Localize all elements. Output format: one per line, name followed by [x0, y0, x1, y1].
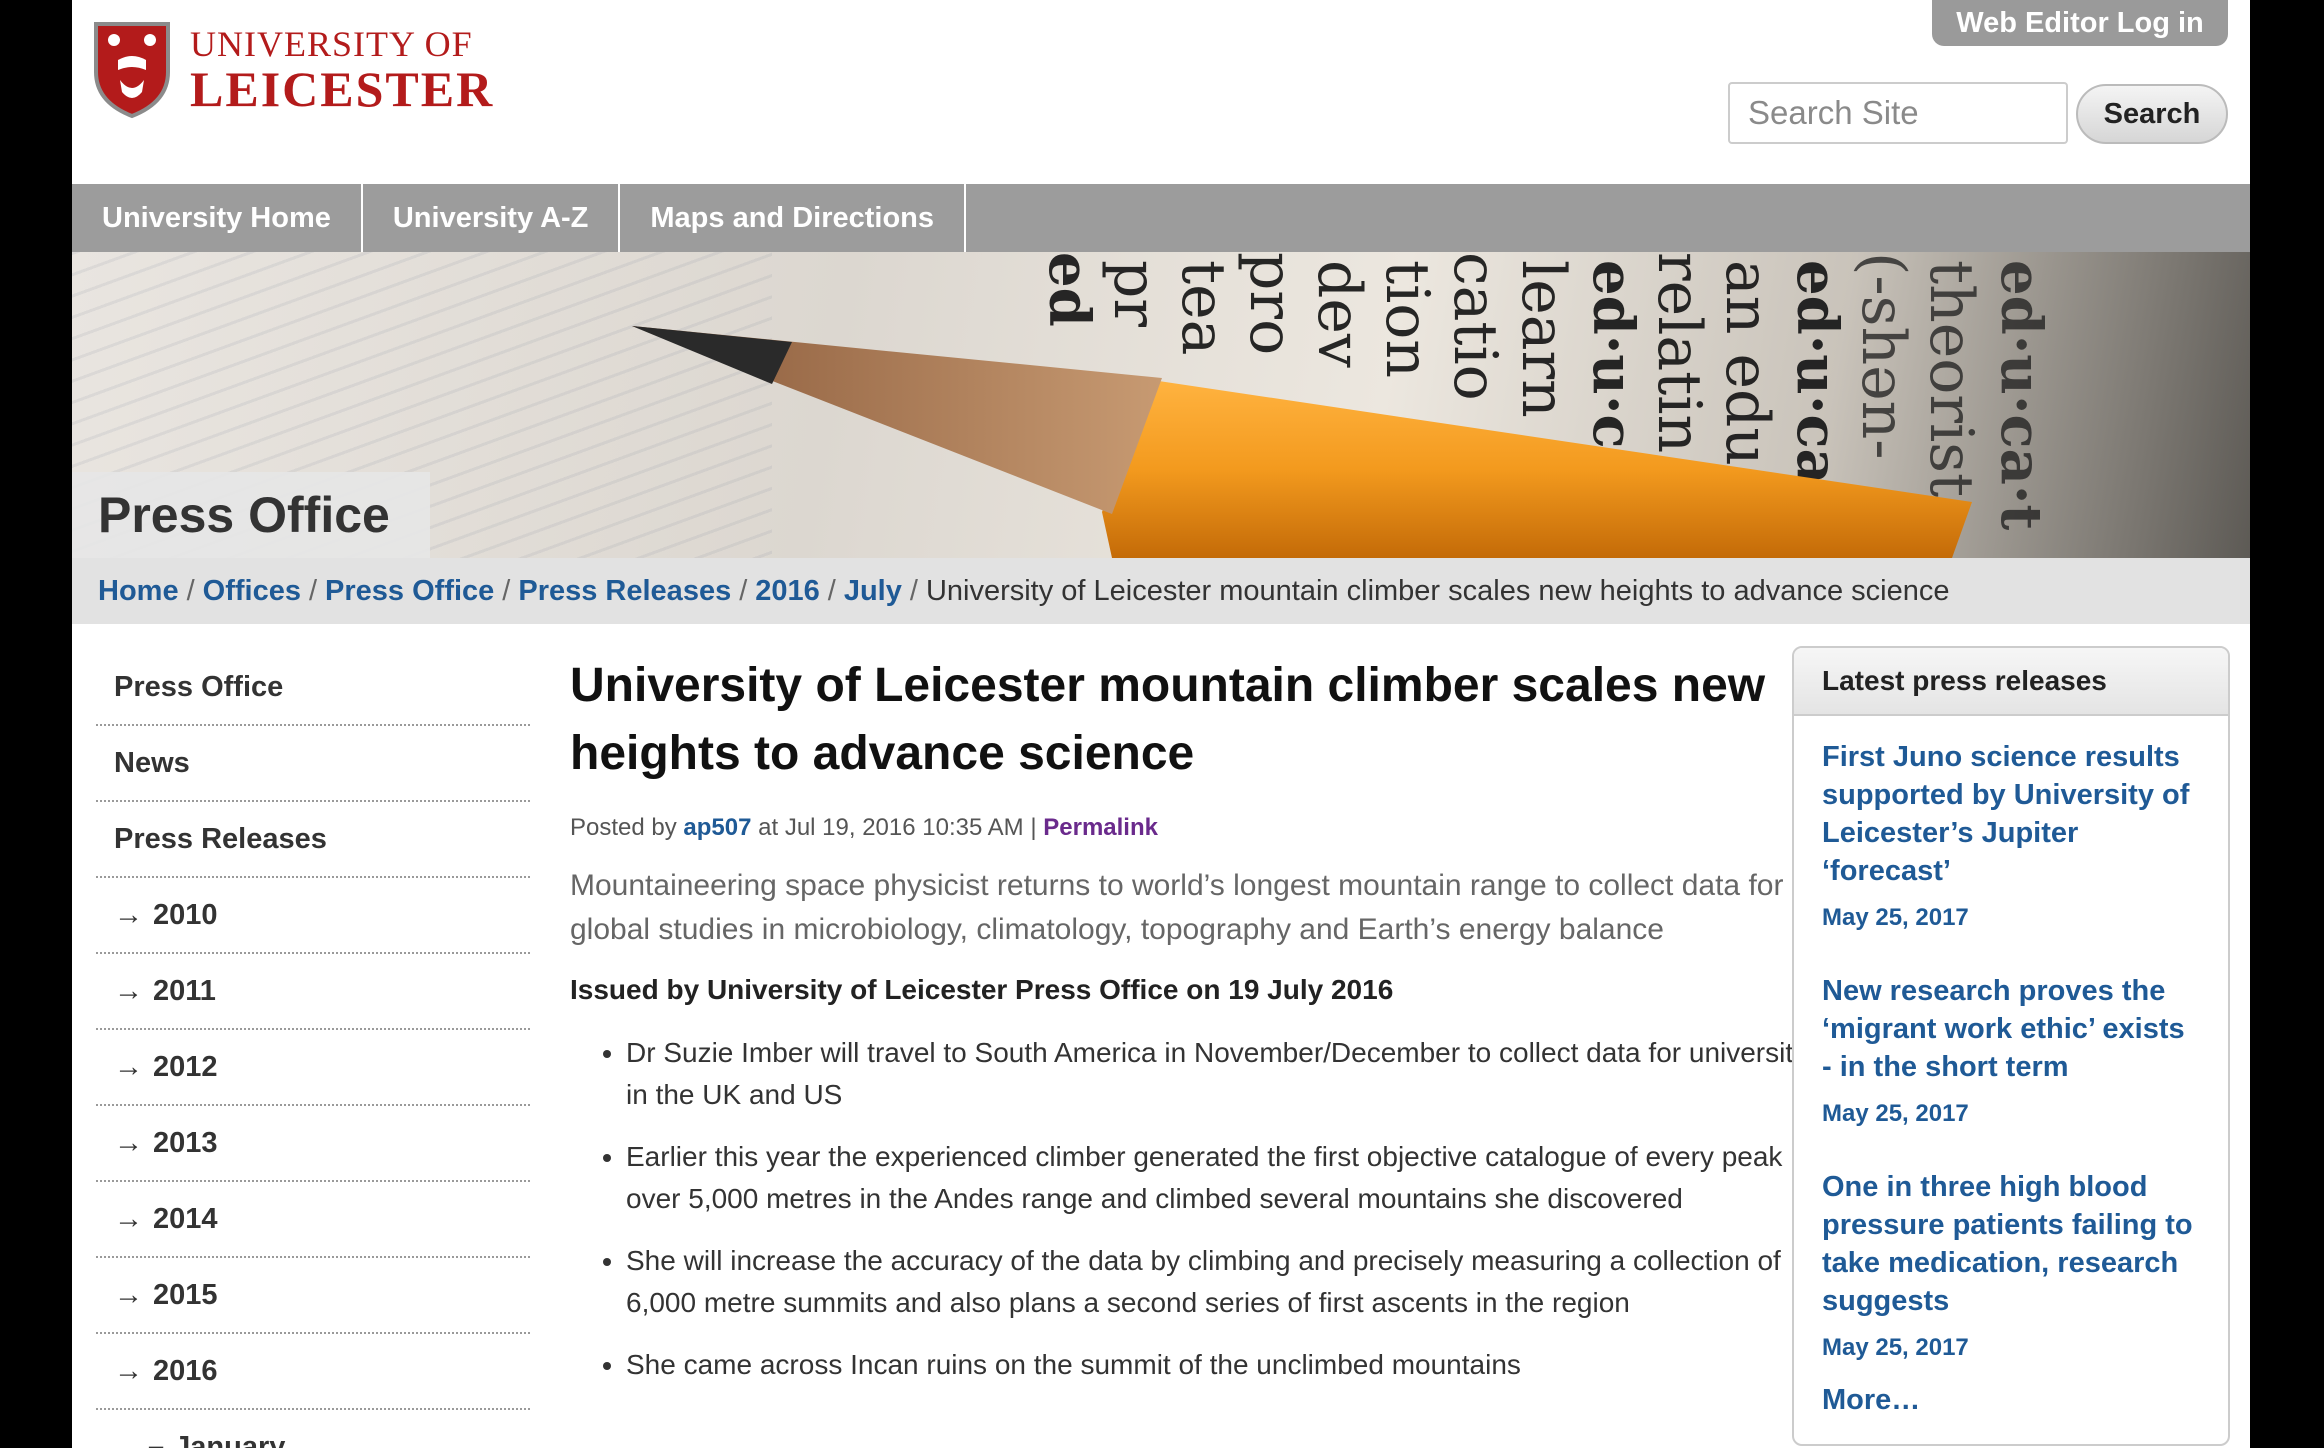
search-input[interactable]	[1728, 82, 2068, 144]
author-link[interactable]: ap507	[683, 814, 751, 841]
list-item: She will increase the accuracy of the da…	[626, 1240, 1840, 1324]
top-nav: University Home University A-Z Maps and …	[72, 184, 2250, 252]
press-release-date: May 25, 2017	[1822, 1100, 1969, 1127]
left-nav: Press Office News Press Releases → 2010 →…	[96, 650, 530, 1448]
breadcrumb-july[interactable]: July	[844, 575, 902, 608]
list-item: Earlier this year the experienced climbe…	[626, 1136, 1840, 1220]
leftnav-item-label: January	[174, 1430, 286, 1448]
list-item: New research proves the ‘migrant work et…	[1794, 972, 2228, 1128]
leftnav-item-2015[interactable]: → 2015	[96, 1258, 530, 1334]
article-meta: Posted by ap507 at Jul 19, 2016 10:35 AM…	[570, 814, 1840, 842]
article-lead: Mountaineering space physicist returns t…	[570, 869, 1784, 946]
breadcrumb-press-releases[interactable]: Press Releases	[518, 575, 731, 608]
university-shield-icon	[92, 20, 172, 120]
leftnav-item-press-releases[interactable]: Press Releases	[96, 802, 530, 878]
logo-line-2: LEICESTER	[190, 61, 495, 117]
leftnav-item-2010[interactable]: → 2010	[96, 878, 530, 954]
leftnav-item-label: 2013	[153, 1126, 218, 1159]
leftnav-item-2012[interactable]: → 2012	[96, 1030, 530, 1106]
leftnav-item-2016[interactable]: → 2016	[96, 1334, 530, 1410]
nav-university-a-z[interactable]: University A-Z	[363, 184, 621, 252]
breadcrumb-separator: /	[827, 574, 836, 607]
leftnav-subitem-january[interactable]: – January	[96, 1410, 530, 1448]
leftnav-item-label: News	[114, 746, 190, 779]
nav-university-home[interactable]: University Home	[72, 184, 363, 252]
press-release-date: May 25, 2017	[1822, 1334, 1969, 1361]
latest-press-releases: Latest press releases First Juno science…	[1792, 646, 2230, 1446]
leftnav-item-2011[interactable]: → 2011	[96, 954, 530, 1030]
arrow-right-icon: →	[114, 1278, 143, 1311]
press-release-link[interactable]: One in three high blood pressure patient…	[1822, 1168, 2200, 1320]
breadcrumb-current: University of Leicester mountain climber…	[925, 574, 1950, 607]
press-release-link[interactable]: First Juno science results supported by …	[1822, 738, 2200, 890]
breadcrumb-home[interactable]: Home	[98, 575, 179, 608]
posted-at: at Jul 19, 2016 10:35 AM |	[758, 814, 1037, 841]
logo-line-1: UNIVERSITY OF	[190, 24, 473, 64]
arrow-right-icon: →	[114, 898, 143, 931]
page-title: Press Office	[72, 472, 430, 558]
search-button[interactable]: Search	[2076, 84, 2228, 144]
leftnav-item-label: 2014	[153, 1202, 218, 1235]
leftnav-item-2013[interactable]: → 2013	[96, 1106, 530, 1182]
press-release-link[interactable]: New research proves the ‘migrant work et…	[1822, 972, 2200, 1086]
arrow-right-icon: →	[114, 1126, 143, 1159]
breadcrumb-press-office[interactable]: Press Office	[325, 575, 494, 608]
leftnav-item-label: 2011	[153, 974, 216, 1007]
leftnav-item-press-office[interactable]: Press Office	[96, 650, 530, 726]
breadcrumb-2016[interactable]: 2016	[755, 575, 820, 608]
arrow-right-icon: →	[114, 1202, 143, 1235]
breadcrumb: Home / Offices / Press Office / Press Re…	[72, 558, 2250, 624]
breadcrumb-offices[interactable]: Offices	[203, 575, 301, 608]
leftnav-item-news[interactable]: News	[96, 726, 530, 802]
breadcrumb-separator: /	[909, 574, 918, 607]
list-item: One in three high blood pressure patient…	[1794, 1168, 2228, 1362]
leftnav-item-2014[interactable]: → 2014	[96, 1182, 530, 1258]
dash-icon: –	[148, 1430, 165, 1448]
breadcrumb-separator: /	[308, 574, 318, 607]
web-editor-login-button[interactable]: Web Editor Log in	[1932, 0, 2228, 46]
article-issued: Issued by University of Leicester Press …	[570, 974, 1394, 1005]
list-item: She came across Incan ruins on the summi…	[626, 1344, 1840, 1386]
page: UNIVERSITY OF LEICESTER Web Editor Log i…	[72, 0, 2250, 1448]
list-item: Dr Suzie Imber will travel to South Amer…	[626, 1032, 1840, 1116]
permalink-link[interactable]: Permalink	[1043, 814, 1158, 841]
article: University of Leicester mountain climber…	[570, 652, 1840, 1406]
posted-by-label: Posted by	[570, 814, 677, 841]
leftnav-item-label: Press Office	[114, 670, 284, 703]
breadcrumb-separator: /	[739, 574, 748, 607]
leftnav-item-label: Press Releases	[114, 822, 327, 855]
breadcrumb-separator: /	[186, 574, 195, 607]
article-bullets: Dr Suzie Imber will travel to South Amer…	[570, 1032, 1840, 1386]
leftnav-item-label: 2016	[153, 1354, 218, 1387]
arrow-right-icon: →	[114, 1050, 143, 1083]
more-link[interactable]: More…	[1822, 1384, 1920, 1417]
arrow-right-icon: →	[114, 1354, 143, 1387]
leftnav-item-label: 2010	[153, 898, 218, 931]
breadcrumb-separator: /	[502, 574, 511, 607]
university-logo[interactable]: UNIVERSITY OF LEICESTER	[92, 20, 494, 120]
press-release-date: May 25, 2017	[1822, 904, 1969, 931]
sidebar-heading: Latest press releases	[1794, 648, 2228, 716]
nav-maps-and-directions[interactable]: Maps and Directions	[620, 184, 967, 252]
arrow-right-icon: →	[114, 974, 143, 1007]
article-title: University of Leicester mountain climber…	[570, 659, 1766, 780]
list-item: First Juno science results supported by …	[1794, 738, 2228, 932]
leftnav-item-label: 2015	[153, 1278, 218, 1311]
leftnav-item-label: 2012	[153, 1050, 218, 1083]
